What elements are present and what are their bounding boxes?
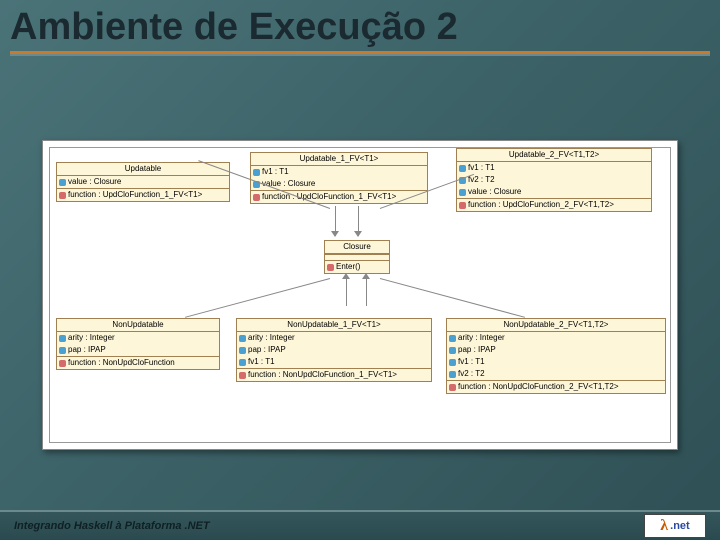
arrow-head-icon [331,231,339,237]
attr-row: fv1 : T1 [237,356,431,368]
dotnet-label: .net [670,520,690,532]
class-name: Closure [325,241,389,254]
class-name: NonUpdatable_2_FV<T1,T2> [447,319,665,332]
operation-icon [449,384,456,391]
title-bar: Ambiente de Execução 2 [10,6,710,56]
arrow-head-icon [342,273,350,279]
op-row: function : UpdCloFunction_2_FV<T1,T2> [457,198,651,211]
attribute-icon [239,335,246,342]
attribute-icon [459,189,466,196]
op-row: function : NonUpdCloFunction_2_FV<T1,T2> [447,380,665,393]
operation-icon [239,372,246,379]
connector [185,278,330,318]
op-row: function : NonUpdCloFunction_1_FV<T1> [237,368,431,381]
logo: λ .net [644,514,706,538]
attribute-icon [239,347,246,354]
attribute-icon [449,335,456,342]
connector [380,278,525,318]
footer-text: Integrando Haskell à Plataforma .NET [14,520,210,532]
title-underline [10,54,710,56]
attr-row: fv1 : T1 [251,166,427,178]
connector [366,276,367,306]
class-name: Updatable_1_FV<T1> [251,153,427,166]
class-updatable-1: Updatable_1_FV<T1> fv1 : T1 value : Clos… [250,152,428,204]
slide-title: Ambiente de Execução 2 [10,6,710,54]
attr-row: arity : Integer [237,332,431,344]
arrow-head-icon [354,231,362,237]
arrow-head-icon [362,273,370,279]
attr-row: fv1 : T1 [457,162,651,174]
diagram-inner: Updatable value : Closure function : Upd… [49,147,671,443]
attribute-icon [449,359,456,366]
operation-icon [253,194,260,201]
attr-row: arity : Integer [57,332,219,344]
attribute-icon [253,169,260,176]
attr-row: fv1 : T1 [447,356,665,368]
class-nonupdatable-1: NonUpdatable_1_FV<T1> arity : Integer pa… [236,318,432,382]
attr-row: fv2 : T2 [457,174,651,186]
class-name: Updatable_2_FV<T1,T2> [457,149,651,162]
connector [346,276,347,306]
attribute-icon [459,165,466,172]
attr-row: pap : IPAP [57,344,219,356]
attribute-icon [59,179,66,186]
class-name: NonUpdatable_1_FV<T1> [237,319,431,332]
class-name: Updatable [57,163,229,176]
class-updatable: Updatable value : Closure function : Upd… [56,162,230,202]
op-row: function : UpdCloFunction_1_FV<T1> [57,188,229,201]
lambda-icon: λ [660,517,668,535]
attribute-icon [449,371,456,378]
class-nonupdatable-2: NonUpdatable_2_FV<T1,T2> arity : Integer… [446,318,666,394]
attr-row: pap : IPAP [447,344,665,356]
attribute-icon [59,335,66,342]
attribute-icon [239,359,246,366]
attribute-icon [59,347,66,354]
class-name: NonUpdatable [57,319,219,332]
attr-row: arity : Integer [447,332,665,344]
attribute-icon [449,347,456,354]
attr-row: fv2 : T2 [447,368,665,380]
diagram-canvas: Updatable value : Closure function : Upd… [42,140,678,450]
operation-icon [59,192,66,199]
operation-icon [459,202,466,209]
operation-icon [327,264,334,271]
attr-row: value : Closure [57,176,229,188]
op-row: Enter() [325,260,389,273]
class-nonupdatable: NonUpdatable arity : Integer pap : IPAP … [56,318,220,370]
class-updatable-2: Updatable_2_FV<T1,T2> fv1 : T1 fv2 : T2 … [456,148,652,212]
op-row: function : NonUpdCloFunction [57,356,219,369]
footer: Integrando Haskell à Plataforma .NET λ .… [0,510,720,540]
attr-row: pap : IPAP [237,344,431,356]
attr-row: value : Closure [457,186,651,198]
class-closure: Closure Enter() [324,240,390,274]
operation-icon [59,360,66,367]
